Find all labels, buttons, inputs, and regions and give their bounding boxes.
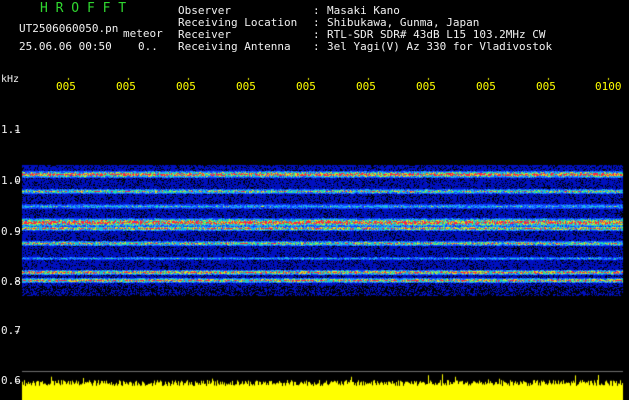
x-tick-label: 005	[536, 80, 556, 93]
y-tick-label: 0.8	[1, 275, 21, 288]
datetime-label: 25.06.06 00:50	[19, 40, 112, 53]
x-tick-label: 005	[116, 80, 136, 93]
y-tick-label: 1.1	[1, 123, 21, 136]
x-tick-label: 005	[176, 80, 196, 93]
filename-label: UT2506060050.pn	[19, 22, 119, 35]
meteor-label: meteor	[123, 27, 163, 40]
info-sep: :	[313, 40, 320, 53]
x-tick-label: 005	[416, 80, 436, 93]
x-tick-label: 005	[476, 80, 496, 93]
spectrogram-canvas	[0, 0, 629, 400]
y-tick-label: 0.9	[1, 225, 21, 238]
x-tick-label: 0100	[595, 80, 622, 93]
y-tick-label: 0.7	[1, 324, 21, 337]
x-tick-label: 005	[296, 80, 316, 93]
hrofft-spectrogram-window: H R O F F T UT2506060050.pn meteor 25.06…	[0, 0, 629, 400]
x-tick-label: 005	[236, 80, 256, 93]
meteor-count: 0..	[138, 40, 158, 53]
y-unit-label: kHz	[1, 74, 20, 85]
x-tick-label: 005	[356, 80, 376, 93]
info-value-antenna: 3el Yagi(V) Az 330 for Vladivostok	[327, 40, 553, 53]
x-tick-label: 005	[56, 80, 76, 93]
y-tick-label: 1.0	[1, 174, 21, 187]
y-tick-label: 0.6	[1, 374, 21, 387]
info-label-antenna: Receiving Antenna	[178, 40, 291, 53]
brand-title: H R O F F T	[40, 1, 127, 16]
